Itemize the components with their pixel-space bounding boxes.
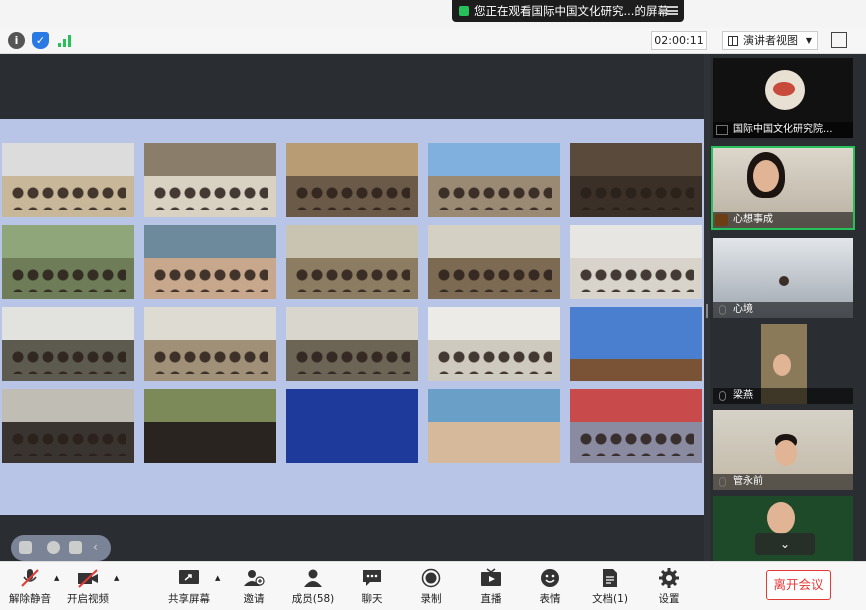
photo [144, 143, 276, 217]
audio-options-chevron-icon[interactable]: ▲ [54, 574, 59, 582]
photo [2, 143, 134, 217]
photo [286, 143, 418, 217]
shield-icon[interactable]: ✓ [32, 32, 49, 49]
chat-icon [361, 568, 383, 588]
share-banner-text: 您正在观看国际中国文化研究...的屏幕 [474, 4, 669, 18]
scroll-down-button[interactable]: ⌄ [755, 533, 815, 555]
chevron-down-icon: ▼ [805, 36, 812, 45]
view-mode-dropdown[interactable]: 演讲者视图 ▼ [722, 31, 818, 50]
avatar [775, 440, 797, 466]
photo [286, 389, 418, 463]
signal-icon[interactable] [56, 32, 73, 49]
record-button[interactable]: 录制 [403, 566, 459, 608]
speaker-view-icon [728, 36, 738, 46]
documents-button[interactable]: 文档(1) [582, 566, 638, 608]
leave-meeting-button[interactable]: 离开会议 [766, 570, 831, 600]
settings-button[interactable]: 设置 [641, 566, 697, 608]
info-icon[interactable]: i [8, 32, 25, 49]
participant-name: 心想事成 [713, 212, 853, 228]
reactions-button[interactable]: 表情 [522, 566, 578, 608]
emoji-icon[interactable] [47, 541, 60, 554]
participant-tile[interactable]: 梁燕 [713, 324, 853, 404]
participant-panel: 国际中国文化研究院... 心想事成 心境 梁燕 管永前 [710, 54, 866, 561]
photo [570, 143, 702, 217]
photo [570, 389, 702, 463]
meeting-timer: 02:00:11 [651, 31, 707, 50]
photo [428, 225, 560, 299]
members-button[interactable]: 成员(58) [285, 566, 341, 608]
photo [428, 389, 560, 463]
sharing-indicator-icon [459, 6, 469, 16]
unmute-button[interactable]: 解除静音 [2, 566, 58, 608]
add-user-icon [243, 568, 265, 588]
meeting-window: i ✓ 02:00:11 演讲者视图 ▼ 您正在观看国际中国文化研究...的屏幕 [0, 0, 866, 610]
microphone-muted-icon [19, 568, 41, 588]
share-options-chevron-icon[interactable]: ▲ [215, 574, 220, 582]
participant-tile[interactable]: 心境 [713, 238, 853, 318]
live-stream-icon [480, 568, 502, 588]
participant-tile[interactable]: 国际中国文化研究院... [713, 58, 853, 138]
shared-screen: ‹ [0, 54, 704, 561]
fullscreen-icon[interactable] [831, 32, 847, 48]
smiley-icon [539, 568, 561, 588]
document-icon [599, 568, 621, 588]
avatar [753, 160, 779, 192]
participant-tile[interactable]: 心想事成 [711, 146, 855, 230]
collapse-icon[interactable]: ‹ [93, 541, 106, 554]
photo [144, 225, 276, 299]
chat-button[interactable]: 聊天 [344, 566, 400, 608]
photo [2, 389, 134, 463]
start-video-button[interactable]: 开启视频 [60, 566, 116, 608]
share-screen-button[interactable]: 共享屏幕 [161, 566, 217, 608]
gear-icon [658, 568, 680, 588]
avatar [767, 502, 795, 534]
menu-icon[interactable] [667, 6, 678, 15]
participant-name: 梁燕 [713, 388, 853, 404]
camera-off-icon [77, 568, 99, 588]
live-stream-button[interactable]: 直播 [463, 566, 519, 608]
chevron-down-icon: ⌄ [779, 537, 791, 551]
photo [2, 225, 134, 299]
photo [2, 307, 134, 381]
view-mode-label: 演讲者视图 [743, 34, 798, 47]
photo [570, 225, 702, 299]
photo [428, 307, 560, 381]
avatar [773, 354, 791, 376]
members-icon [302, 568, 324, 588]
photo [144, 389, 276, 463]
photo [286, 307, 418, 381]
top-toolbar: i ✓ 02:00:11 演讲者视图 ▼ [0, 28, 866, 54]
comment-icon[interactable] [69, 541, 82, 554]
participant-tile[interactable]: 管永前 [713, 410, 853, 490]
photo [286, 225, 418, 299]
photo [570, 307, 702, 381]
participant-name: 心境 [713, 302, 853, 318]
photo [144, 307, 276, 381]
slide-toolbar[interactable]: ‹ [11, 535, 111, 561]
shared-slide: ‹ [0, 119, 704, 561]
control-bar: 解除静音 ▲ 开启视频 ▲ 共享屏幕 ▲ 邀请 成员(58) 聊天 录制 直播 … [0, 561, 866, 610]
video-options-chevron-icon[interactable]: ▲ [114, 574, 119, 582]
record-icon [420, 568, 442, 588]
grid-icon[interactable] [19, 541, 32, 554]
invite-button[interactable]: 邀请 [226, 566, 282, 608]
participant-name: 国际中国文化研究院... [713, 122, 853, 138]
screen-share-banner[interactable]: 您正在观看国际中国文化研究...的屏幕 [452, 0, 684, 22]
share-screen-icon [178, 568, 200, 588]
photo [428, 143, 560, 217]
participant-name: 管永前 [713, 474, 853, 490]
